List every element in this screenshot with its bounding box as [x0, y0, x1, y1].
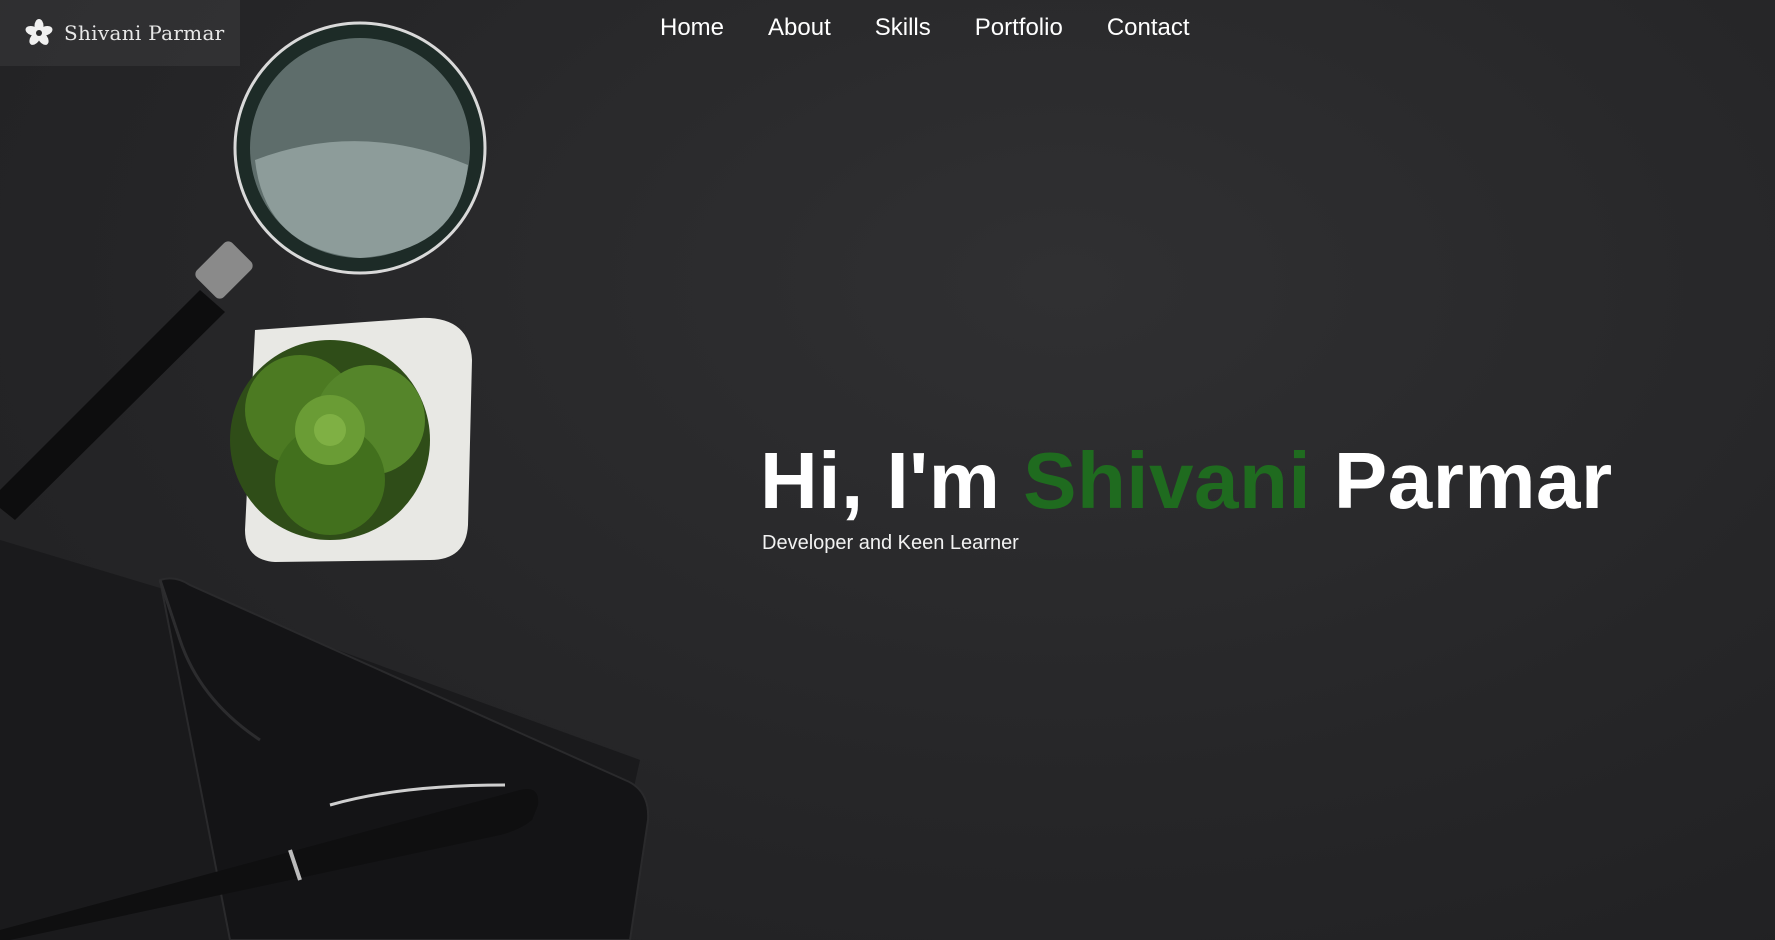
flower-icon — [25, 19, 53, 45]
main-nav: Home About Skills Portfolio Contact — [660, 14, 1190, 42]
hero-first-name: Shivani — [1023, 436, 1312, 525]
hero-greeting: Hi, I'm — [760, 436, 1001, 525]
logo-text: Shivani Parmar — [64, 21, 225, 45]
site-logo[interactable]: Shivani Parmar — [0, 0, 240, 66]
nav-home-link[interactable]: Home — [660, 14, 724, 42]
background-photo — [0, 21, 650, 940]
nav-portfolio-link[interactable]: Portfolio — [975, 14, 1063, 42]
hero-subtitle: Developer and Keen Learner — [762, 532, 1019, 554]
nav-contact-link[interactable]: Contact — [1107, 14, 1190, 42]
nav-about-link[interactable]: About — [768, 14, 831, 42]
hero-section: Hi, I'm Shivani Parmar Developer and Kee… — [760, 436, 1613, 555]
plant-decoration — [230, 317, 472, 562]
nav-skills-link[interactable]: Skills — [875, 14, 931, 42]
notebook-decoration — [0, 540, 650, 940]
hero-last-name: Parmar — [1333, 436, 1613, 525]
hero-heading: Hi, I'm Shivani Parmar — [760, 436, 1613, 526]
